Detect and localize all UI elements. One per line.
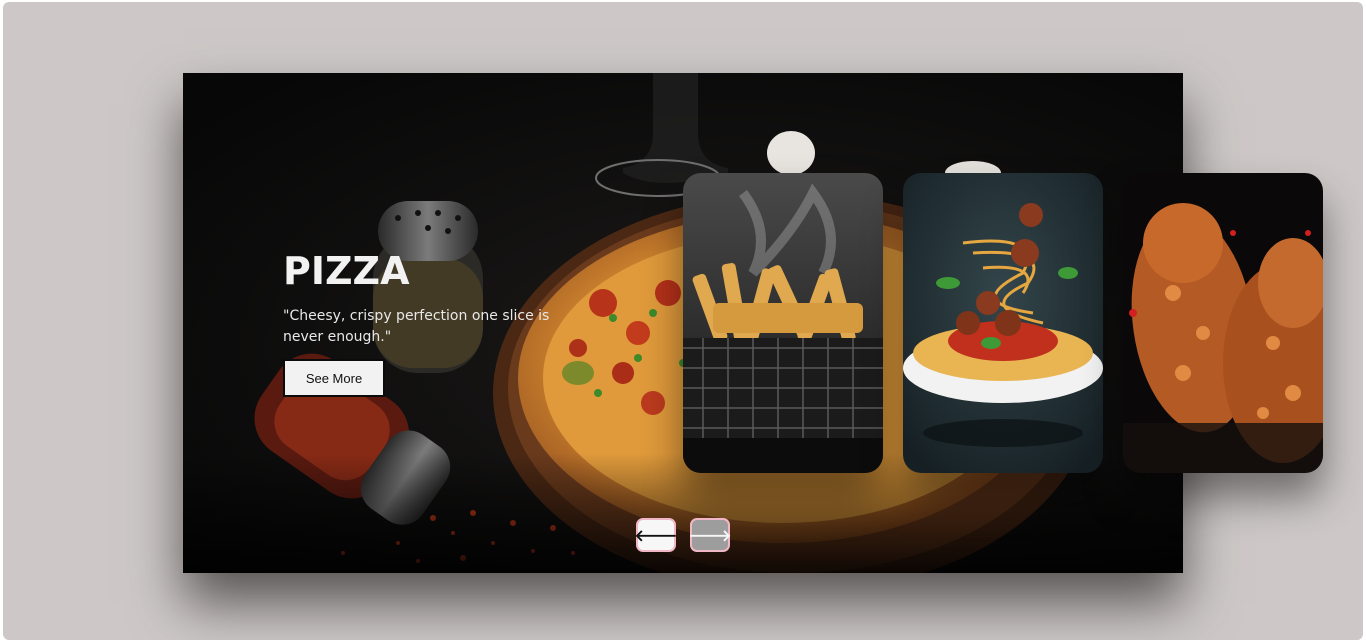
slide-content: PIZZA "Cheesy, crispy perfection one sli… [283,249,563,397]
see-more-button[interactable]: See More [283,359,385,397]
fries-photo [683,173,883,473]
slide-card-fries[interactable] [683,173,883,473]
slide-card-spaghetti[interactable] [903,173,1103,473]
slide-title: PIZZA [283,249,410,293]
spaghetti-photo [903,173,1103,473]
arrow-left-icon: 🡐 [634,526,678,545]
prev-button[interactable]: 🡐 [634,518,678,552]
slide-description: "Cheesy, crispy perfection one slice is … [283,308,550,345]
page-background: PIZZA "Cheesy, crispy perfection one sli… [3,2,1363,640]
slide-card-fried-chicken[interactable] [1123,173,1323,473]
next-button[interactable]: 🡒 [688,518,732,552]
slider-navigation: 🡐 🡒 [634,518,732,552]
fried-chicken-photo [1123,173,1323,473]
arrow-right-icon: 🡒 [688,526,732,545]
